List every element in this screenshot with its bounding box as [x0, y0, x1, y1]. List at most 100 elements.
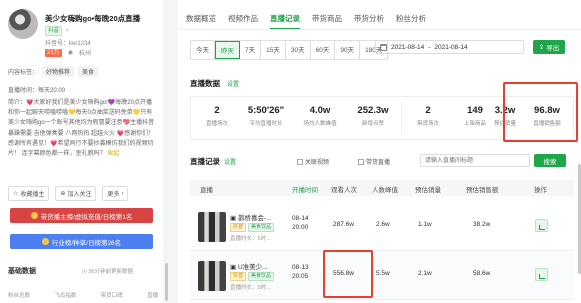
filter-sales-live[interactable]: 带货直播 — [358, 157, 390, 166]
range-yesterday[interactable]: 昨天 — [215, 41, 240, 59]
basic-label: 直播 — [146, 293, 158, 299]
account-id: 抖音号：ker1234 — [45, 41, 91, 47]
col-start-time[interactable]: 开播时间 — [292, 184, 318, 194]
basic-label: 带货口碑 — [100, 293, 123, 299]
live-duration: 直播时长：5时... — [230, 285, 271, 291]
medal-icon — [41, 238, 49, 245]
search-input[interactable] — [420, 154, 530, 167]
sales-cell: 1.1w — [418, 221, 432, 228]
more-label: 更多 — [107, 192, 120, 198]
highlight-box-views — [323, 250, 373, 298]
tag-pill: 美食饮品 — [248, 223, 275, 232]
table-row[interactable]: ▣ 鹊桥喜会-... 抖音 美食饮品 直播时长：5时... 08-14 20:00… — [190, 203, 574, 251]
peak-cell: 2.6w — [376, 221, 390, 228]
sales-cell: 2.1w — [418, 270, 432, 277]
search-button[interactable]: 搜索 — [534, 154, 566, 167]
records-settings-link[interactable]: 设置 — [224, 157, 236, 166]
stat-avg-peak: 4.0w 场均人数峰值 — [294, 105, 346, 127]
range-30d[interactable]: 30天 — [285, 41, 311, 59]
chart-action-icon[interactable] — [535, 268, 548, 281]
range-90d[interactable]: 90天 — [335, 41, 361, 59]
stat-value: 2 — [214, 105, 220, 116]
basic-data-labels: 粉丝总数 飞瓜指数 带货口碑 直播 — [8, 291, 158, 299]
category-row: 内容标签： 好物推荐 美食 — [8, 66, 99, 77]
basic-data-note: ◷ 36分钟前更新数据 — [82, 269, 133, 275]
start-date: 08-13 — [292, 264, 309, 271]
stat-value: 2 — [425, 105, 431, 116]
more-button[interactable]: 更多 › — [102, 186, 129, 201]
favorite-label: 收藏播主 — [20, 192, 45, 198]
tag-pill: 抖音 — [230, 272, 247, 281]
range-60d[interactable]: 60天 — [310, 41, 336, 59]
views-cell: 287.6w — [333, 221, 354, 228]
stat-label: 平均直播时长 — [249, 121, 283, 127]
live-data-title: 直播数据 — [190, 79, 220, 88]
live-cover-thumbnail[interactable] — [198, 261, 226, 291]
col-views[interactable]: 观看人次 — [331, 184, 357, 194]
checkbox-icon — [297, 158, 303, 165]
tab-fans-analysis[interactable]: 粉丝分析 — [396, 13, 426, 30]
col-est-sales[interactable]: 预估销量 — [415, 184, 441, 194]
live-title[interactable]: ▣ U准美少... — [230, 261, 268, 271]
highlight-box-revenue — [503, 82, 578, 142]
checkbox-icon — [358, 158, 364, 165]
live-title[interactable]: ▣ 鹊桥喜会-... — [230, 212, 272, 222]
follow-label: 加入关注 — [67, 192, 92, 198]
plus-icon: ⊕ — [60, 191, 66, 197]
filter-related-video[interactable]: 关联视频 — [297, 157, 329, 166]
stat-label: 直播场次 — [205, 121, 228, 127]
date-range-picker[interactable]: 2021-08-14 - 2021-08-14 — [375, 40, 524, 54]
fans-badge: 21万 — [45, 48, 62, 57]
amount-cell: 38.2w — [473, 221, 491, 228]
col-peak[interactable]: 人数峰值 — [372, 184, 398, 194]
favorite-button[interactable]: ☆ 收藏播主 — [8, 186, 50, 201]
category-pill[interactable]: 好物推荐 — [42, 66, 75, 77]
col-live: 直播 — [200, 187, 213, 194]
chart-action-icon[interactable] — [535, 219, 548, 232]
stat-sales-lives: 2 带货场次 — [402, 105, 454, 127]
tab-live-records[interactable]: 直播记录 — [270, 13, 300, 30]
export-icon: ⇪ — [538, 44, 545, 51]
tab-videos[interactable]: 视频作品 — [228, 13, 258, 30]
stat-label: 场均人数峰值 — [303, 121, 337, 127]
rank-industry-text: 行业榜/种草/日榜第26名 — [51, 239, 122, 247]
rank-banner-industry[interactable]: 行业榜/种草/日榜第26名 — [10, 234, 153, 249]
date-from: 2021-08-14 — [391, 43, 425, 51]
live-cover-thumbnail[interactable] — [198, 212, 226, 242]
range-selector: 今天 昨天 7天 15天 30天 60天 90天 180天 — [190, 40, 389, 60]
start-date: 08-14 — [292, 215, 309, 222]
gender-icon: ♀ — [65, 28, 70, 34]
range-today[interactable]: 今天 — [191, 41, 215, 59]
category-label: 内容标签： — [8, 70, 39, 76]
export-button[interactable]: ⇪ 导出 — [533, 40, 565, 54]
filter-label: 带货直播 — [366, 160, 391, 166]
range-15d[interactable]: 15天 — [261, 41, 286, 59]
follow-button[interactable]: ⊕ 加入关注 — [55, 186, 97, 201]
live-icon: ▣ — [230, 264, 238, 271]
tag-pill: 美食饮品 — [248, 272, 275, 281]
live-tags: 抖音 美食饮品 — [230, 272, 275, 281]
stat-label: 新增点赞 — [361, 121, 384, 127]
live-data-settings-link[interactable]: 设置 — [227, 79, 239, 88]
medal-icon — [30, 212, 38, 219]
start-time: 08-14 20:00 — [292, 214, 309, 232]
stat-live-count: 2 直播场次 — [191, 105, 243, 127]
profile-actions: ☆ 收藏播主 ⊕ 加入关注 更多 › — [8, 186, 129, 201]
avatar[interactable] — [8, 9, 38, 39]
tab-divider — [178, 29, 581, 30]
col-actions: 操作 — [534, 187, 547, 194]
col-est-amount[interactable]: 预估销售额 — [466, 184, 499, 194]
table-row[interactable]: ▣ U准美少... 抖音 美食饮品 直播时长：5时... 08-13 20:05 … — [190, 252, 574, 300]
stat-label: 带货场次 — [416, 121, 439, 127]
tab-overview[interactable]: 数据概览 — [186, 13, 216, 30]
tab-sales-analysis[interactable]: 带货分析 — [354, 13, 384, 30]
range-7d[interactable]: 7天 — [240, 41, 262, 59]
category-pill[interactable]: 美食 — [78, 66, 99, 77]
live-duration: 直播时长：5时... — [230, 236, 271, 242]
collapse-link[interactable]: 收起 — [107, 151, 119, 157]
left-scrollbar[interactable] — [165, 263, 168, 301]
profile-panel: 美少女嗨购go•每晚20点直播 抖音 ♀ 抖音号：ker1234 21万 ◉ 杭… — [0, 0, 163, 303]
rank-banner-sales[interactable]: 带货播主榜/虚拟充值/日榜第1名 — [10, 208, 153, 223]
basic-data-title: 基础数据 — [8, 268, 36, 275]
tab-goods[interactable]: 带货商品 — [312, 13, 342, 30]
